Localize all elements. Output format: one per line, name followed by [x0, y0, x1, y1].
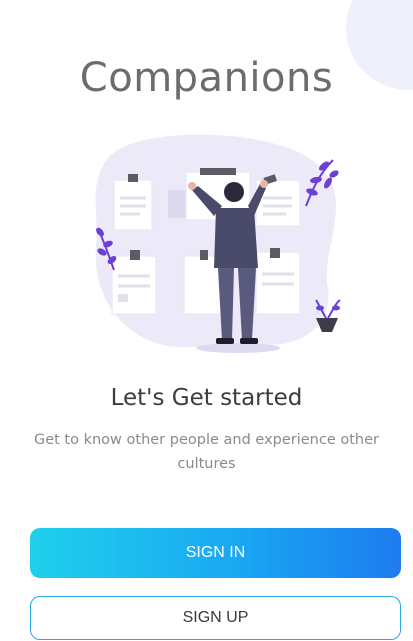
sticky-note — [113, 174, 153, 231]
app-title: Companions — [79, 55, 334, 101]
sticky-note — [111, 250, 157, 315]
headline: Let's Get started — [110, 385, 303, 411]
sticky-note — [255, 248, 301, 315]
subtitle: Get to know other people and experience … — [33, 432, 380, 472]
sign-in-button[interactable]: SIGN IN — [30, 528, 401, 578]
person-arranging-notes-illustration — [95, 134, 341, 353]
floor-shadow — [196, 343, 280, 353]
onboarding-screen: Companions Let's Get started Get to know… — [0, 0, 413, 641]
sign-up-button[interactable]: SIGN UP — [30, 596, 401, 640]
